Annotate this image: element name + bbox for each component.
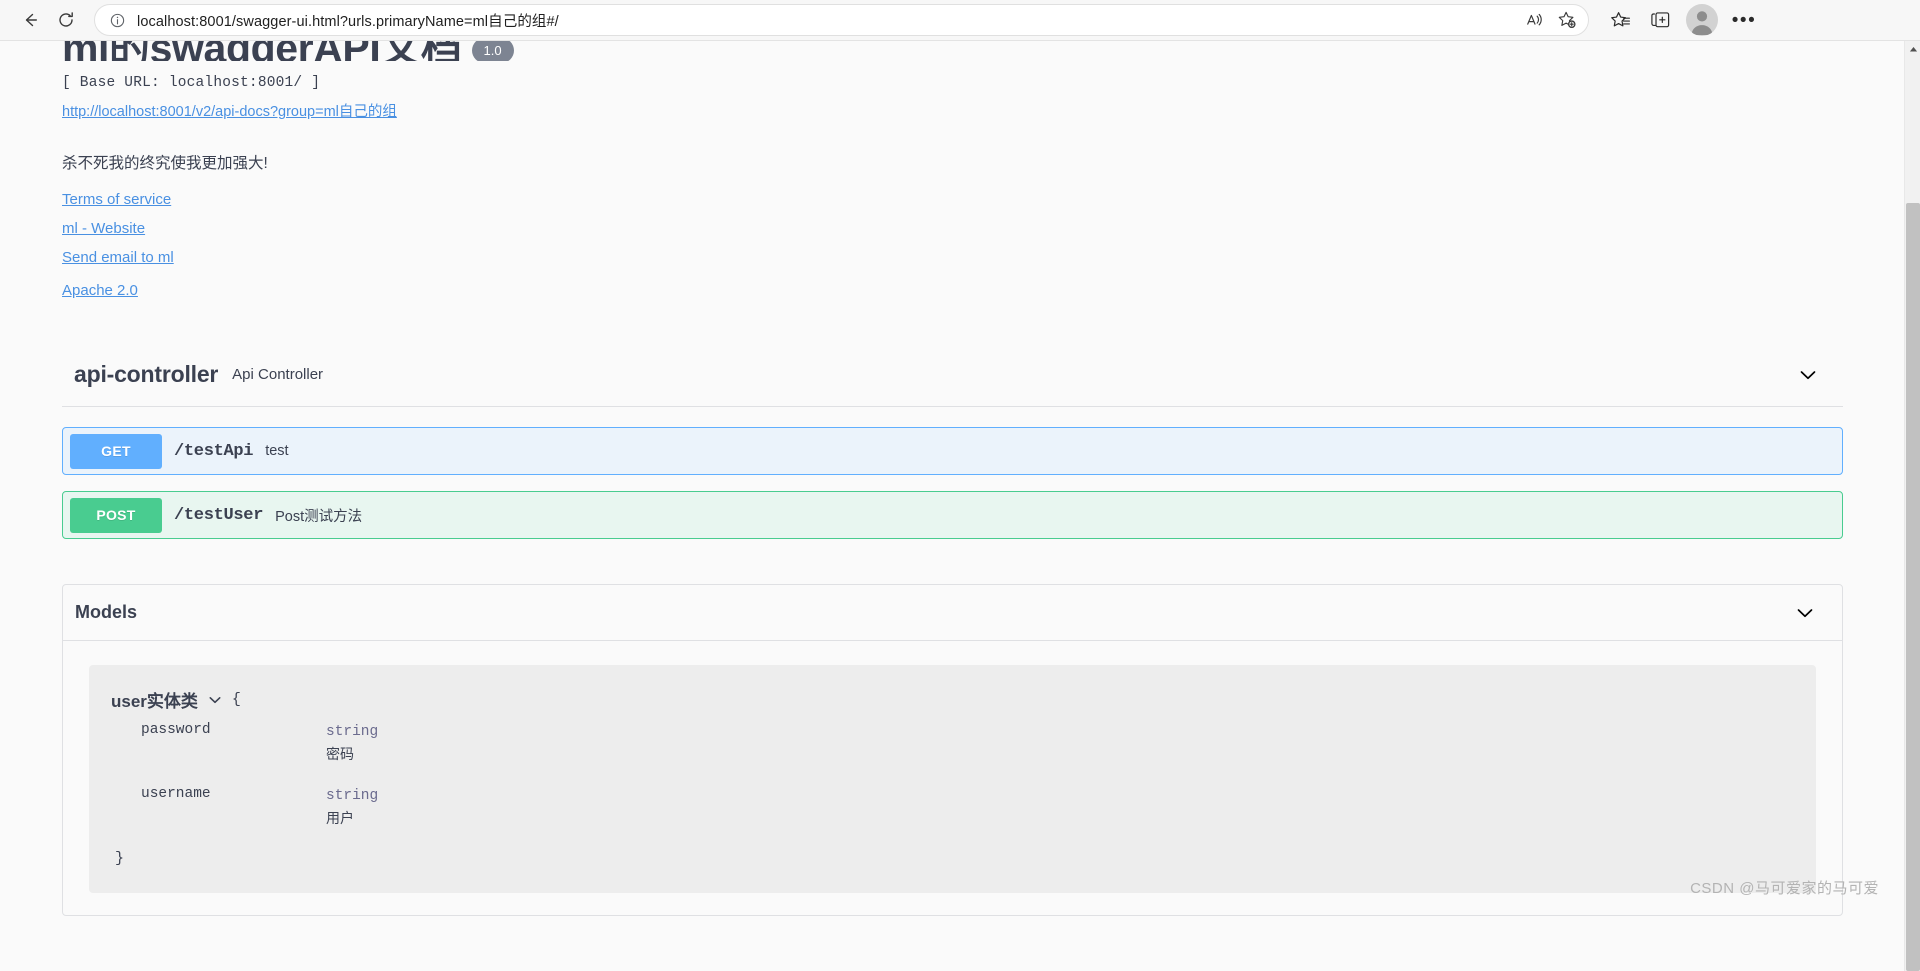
license-link[interactable]: Apache 2.0 — [62, 282, 1843, 299]
model-name[interactable]: user实体类 — [111, 687, 198, 712]
property-name: username — [141, 785, 211, 802]
terms-of-service-link[interactable]: Terms of service — [62, 191, 1843, 208]
operation-summary: Post测试方法 — [275, 508, 363, 525]
contact-email-link[interactable]: Send email to ml — [62, 249, 1843, 266]
vertical-scrollbar[interactable] — [1904, 41, 1920, 971]
tag-section-api-controller: api-controller Api Controller GET /testA… — [0, 361, 1905, 539]
models-header[interactable]: Models — [63, 585, 1842, 641]
chevron-down-icon[interactable] — [1793, 362, 1823, 388]
read-aloud-icon[interactable] — [1520, 6, 1550, 34]
http-method-badge: GET — [70, 433, 162, 469]
operation-summary: test — [265, 443, 289, 459]
tag-name[interactable]: api-controller — [74, 361, 218, 388]
operation-row-get-testapi[interactable]: GET /testApi test — [62, 427, 1843, 475]
swagger-container: ml的swaggerAPI文档 1.0 [ Base URL: localhos… — [0, 41, 1905, 916]
api-info-block: ml的swaggerAPI文档 1.0 [ Base URL: localhos… — [0, 41, 1905, 299]
property-type: string — [326, 787, 379, 804]
contact-website-link[interactable]: ml - Website — [62, 220, 1843, 237]
model-title-row[interactable]: user实体类 { — [111, 687, 1816, 712]
chevron-down-icon[interactable] — [207, 692, 223, 708]
toolbar-actions: ••• — [1601, 4, 1763, 36]
scrollbar-thumb[interactable] — [1906, 203, 1920, 971]
operation-path: /testApi — [174, 441, 254, 461]
swagger-ui-page: ml的swaggerAPI文档 1.0 [ Base URL: localhos… — [0, 41, 1905, 916]
model-card-user: user实体类 { password string 密码 username st… — [89, 665, 1816, 893]
api-title-row: ml的swaggerAPI文档 1.0 — [62, 41, 1843, 61]
settings-more-icon[interactable]: ••• — [1725, 4, 1763, 36]
address-bar-actions — [1520, 6, 1582, 34]
refresh-button[interactable] — [48, 4, 84, 36]
property-description: 密码 — [326, 745, 354, 762]
property-type: string — [326, 724, 379, 740]
back-button[interactable] — [12, 4, 48, 36]
address-bar[interactable]: localhost:8001/swagger-ui.html?urls.prim… — [94, 4, 1589, 36]
site-info-icon[interactable] — [107, 10, 127, 30]
api-docs-link[interactable]: http://localhost:8001/v2/api-docs?group=… — [62, 100, 397, 121]
favorites-icon[interactable] — [1601, 4, 1639, 36]
chevron-down-icon[interactable] — [1790, 600, 1820, 626]
operation-path: /testUser — [174, 505, 264, 525]
brace-close: } — [115, 849, 125, 867]
operation-list: GET /testApi test POST /testUser Post测试方… — [62, 427, 1843, 539]
model-property-password: password string 密码 — [141, 722, 1816, 764]
browser-toolbar: localhost:8001/swagger-ui.html?urls.prim… — [0, 0, 1920, 41]
models-title: Models — [75, 602, 138, 622]
url-text[interactable]: localhost:8001/swagger-ui.html?urls.prim… — [137, 10, 1520, 31]
brace-open: { — [231, 691, 241, 708]
tag-description: Api Controller — [232, 366, 324, 383]
profile-avatar[interactable] — [1686, 4, 1718, 36]
http-method-badge: POST — [70, 497, 162, 533]
models-section: Models user实体类 {password string 密码 user… — [62, 584, 1843, 916]
collections-icon[interactable] — [1641, 4, 1679, 36]
property-name: password — [141, 722, 211, 738]
version-badge: 1.0 — [471, 41, 514, 61]
ellipsis-glyph: ••• — [1731, 9, 1757, 31]
scroll-up-arrow-icon[interactable] — [1905, 41, 1920, 58]
watermark: CSDN @马可爱家的马可爱 — [1690, 879, 1879, 897]
tag-header[interactable]: api-controller Api Controller — [62, 361, 1843, 407]
model-properties: password string 密码 username string 用户 — [141, 722, 1816, 828]
property-detail: string 密码 — [326, 722, 378, 764]
add-favorite-icon[interactable] — [1552, 6, 1582, 34]
property-description: 用户 — [326, 809, 354, 826]
page-viewport: ml的swaggerAPI文档 1.0 [ Base URL: localhos… — [0, 41, 1920, 971]
page-title: ml的swaggerAPI文档 — [62, 41, 462, 61]
base-url: [ Base URL: localhost:8001/ ] — [62, 75, 321, 91]
api-description: 杀不死我的终究使我更加强大! — [62, 155, 268, 172]
property-detail: string 用户 — [326, 786, 378, 828]
api-meta-links: Terms of service ml - Website Send email… — [62, 191, 1843, 299]
operation-row-post-testuser[interactable]: POST /testUser Post测试方法 — [62, 491, 1843, 539]
model-property-username: username string 用户 — [141, 786, 1816, 828]
